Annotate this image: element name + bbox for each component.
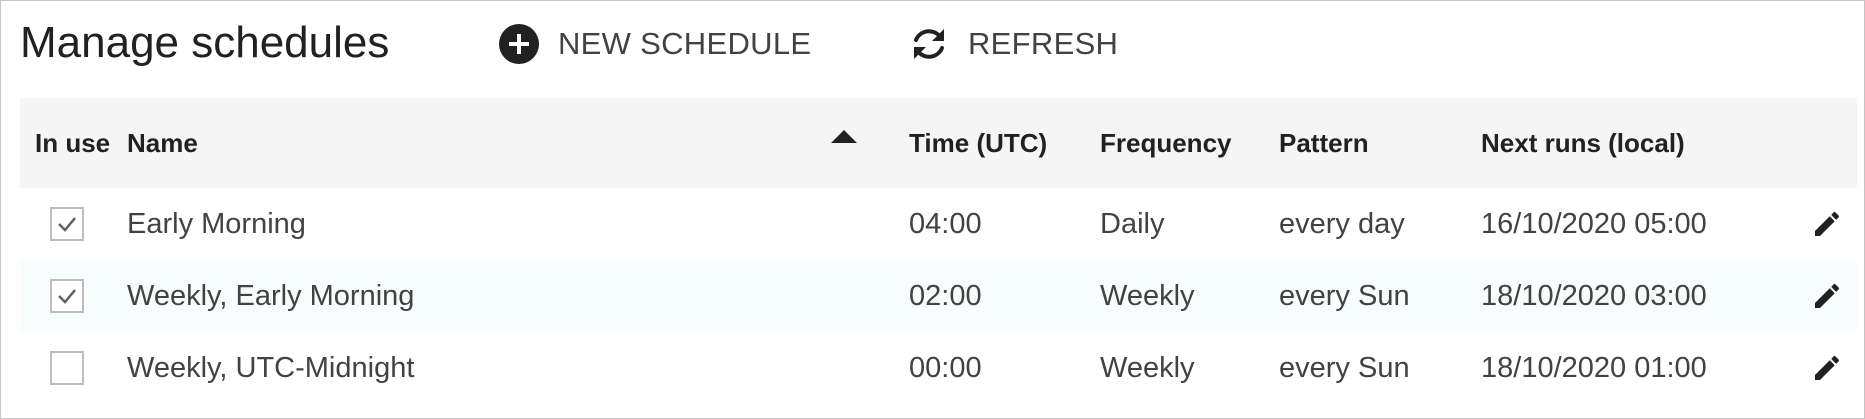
table-row[interactable]: Weekly, Early Morning 02:00 Weekly every… xyxy=(20,260,1857,332)
checkmark-icon xyxy=(58,289,76,304)
pencil-icon[interactable] xyxy=(1811,280,1843,312)
table-row[interactable]: Weekly, UTC-Midnight 00:00 Weekly every … xyxy=(20,332,1857,404)
in-use-checkbox[interactable] xyxy=(50,351,84,385)
column-header-frequency[interactable]: Frequency xyxy=(1100,98,1232,188)
schedule-time: 02:00 xyxy=(909,280,982,312)
column-header-next-runs[interactable]: Next runs (local) xyxy=(1481,98,1685,188)
schedules-table: In use Name Time (UTC) Frequency Pattern… xyxy=(20,98,1857,404)
table-header: In use Name Time (UTC) Frequency Pattern… xyxy=(20,98,1857,188)
new-schedule-button[interactable]: NEW SCHEDULE xyxy=(498,23,811,65)
in-use-checkbox[interactable] xyxy=(50,279,84,313)
column-header-name[interactable]: Name xyxy=(127,98,198,188)
column-header-pattern[interactable]: Pattern xyxy=(1279,98,1369,188)
checkmark-icon xyxy=(58,217,76,232)
schedule-name: Weekly, Early Morning xyxy=(127,280,415,312)
in-use-checkbox[interactable] xyxy=(50,207,84,241)
table-row[interactable]: Early Morning 04:00 Daily every day 16/1… xyxy=(20,188,1857,260)
pencil-icon[interactable] xyxy=(1811,208,1843,240)
schedule-name: Early Morning xyxy=(127,208,306,240)
page-title: Manage schedules xyxy=(20,18,390,67)
schedule-pattern: every Sun xyxy=(1279,280,1410,312)
schedule-pattern: every day xyxy=(1279,208,1405,240)
refresh-icon xyxy=(908,23,950,65)
schedule-time: 04:00 xyxy=(909,208,982,240)
schedule-next-runs: 16/10/2020 05:00 xyxy=(1481,208,1707,240)
schedule-frequency: Weekly xyxy=(1100,280,1195,312)
schedule-frequency: Weekly xyxy=(1100,352,1195,384)
schedule-next-runs: 18/10/2020 01:00 xyxy=(1481,352,1707,384)
schedule-name: Weekly, UTC-Midnight xyxy=(127,352,415,384)
schedule-pattern: every Sun xyxy=(1279,352,1410,384)
new-schedule-label: NEW SCHEDULE xyxy=(558,26,812,61)
toolbar: Manage schedules NEW SCHEDULE REFRESH xyxy=(1,1,1864,87)
sort-ascending-icon[interactable] xyxy=(831,130,857,143)
schedules-panel: Manage schedules NEW SCHEDULE REFRESH In… xyxy=(0,0,1865,419)
schedule-frequency: Daily xyxy=(1100,208,1165,240)
schedule-time: 00:00 xyxy=(909,352,982,384)
pencil-icon[interactable] xyxy=(1811,352,1843,384)
column-header-time[interactable]: Time (UTC) xyxy=(909,98,1047,188)
add-circle-icon xyxy=(498,23,540,65)
column-header-in-use[interactable]: In use xyxy=(35,98,110,188)
refresh-label: REFRESH xyxy=(968,26,1119,61)
refresh-button[interactable]: REFRESH xyxy=(908,23,1118,65)
schedule-next-runs: 18/10/2020 03:00 xyxy=(1481,280,1707,312)
